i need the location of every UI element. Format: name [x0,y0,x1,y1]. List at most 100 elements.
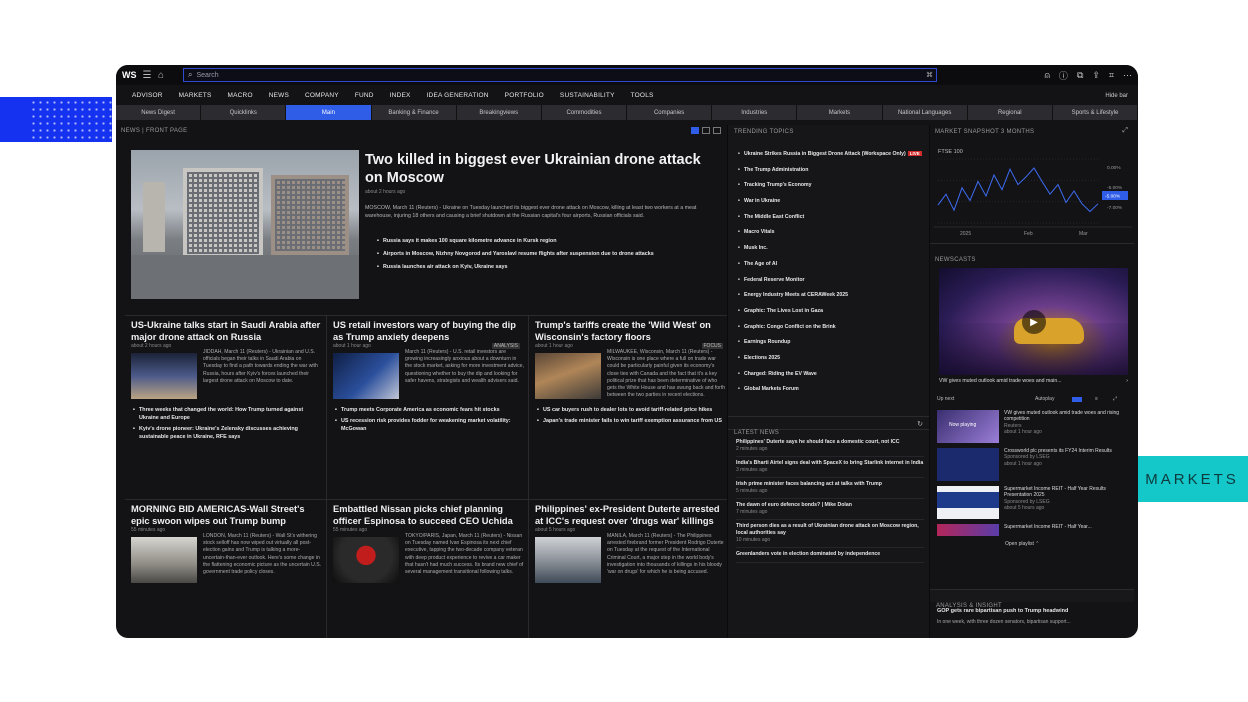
latest-news-item[interactable]: Third person dies as a result of Ukraini… [736,520,924,548]
tab-banking-finance[interactable]: Banking & Finance [371,105,457,120]
trending-item[interactable]: Macro Vitals [738,229,924,236]
video-title[interactable]: VW gives muted outlook amid trade woes a… [1004,410,1126,423]
play-icon[interactable]: ▶ [1022,310,1046,334]
tab-sports-lifestyle[interactable]: Sports & Lifestyle [1052,105,1138,120]
trending-item[interactable]: Energy Industry Meets at CERAWeek 2025 [738,292,924,299]
featured-video[interactable]: ▶ [939,268,1128,375]
hide-bar-button[interactable]: Hide bar [1105,93,1128,99]
tab-main[interactable]: Main [286,105,372,120]
trending-item[interactable]: Global Markets Forum [738,386,924,393]
video-title[interactable]: Supermarket Income REIT - Half Year... [1004,524,1126,530]
related-link[interactable]: Russia says it makes 100 square kilometr… [375,237,715,245]
story-headline[interactable]: Embattled Nissan picks chief planning of… [333,504,524,527]
menu-item-markets[interactable]: MARKETS [179,92,212,99]
playlist-item[interactable]: Now playing VW gives muted outlook amid … [937,410,1127,443]
tab-national-languages[interactable]: National Languages [882,105,968,120]
trending-item[interactable]: Graphic: Congo Conflict on the Brink [738,324,924,331]
refresh-icon[interactable]: ↻ [917,420,923,428]
menu-item-index[interactable]: INDEX [390,92,411,99]
story-card[interactable]: Trump's tariffs create the 'Wild West' o… [529,316,731,499]
new-window-icon[interactable]: ⧉ [1077,70,1083,81]
tab-companies[interactable]: Companies [627,105,713,120]
menu-item-news[interactable]: NEWS [269,92,289,99]
hero-headline[interactable]: Two killed in biggest ever Ukrainian dro… [365,151,705,187]
trending-item[interactable]: War in Ukraine [738,198,924,205]
tab-breakingviews[interactable]: Breakingviews [456,105,542,120]
latest-news-title[interactable]: Irish prime minister faces balancing act… [736,481,924,488]
latest-news-item[interactable]: Greenlanders vote in election dominated … [736,548,924,563]
story-card[interactable]: Embattled Nissan picks chief planning of… [327,500,529,638]
menu-item-sustainability[interactable]: SUSTAINABILITY [560,92,615,99]
expand-icon[interactable]: ⤢ [1122,127,1128,135]
latest-news-title[interactable]: Philippines' Duterte says he should face… [736,439,924,446]
story-headline[interactable]: US-Ukraine talks start in Saudi Arabia a… [131,320,322,343]
trending-item[interactable]: The Age of AI [738,261,924,268]
trending-item[interactable]: Tracking Trump's Economy [738,182,924,189]
related-link[interactable]: US car buyers rush to dealer lots to avo… [535,406,727,414]
related-link[interactable]: Russia launches air attack on Kyiv, Ukra… [375,263,715,271]
analysis-headline[interactable]: GOP gets rare bipartisan push to Trump h… [937,608,1127,614]
grid-view-icon[interactable] [691,127,699,134]
playlist-item[interactable]: Crossworld plc presents its FY24 Interim… [937,448,1127,481]
popout-icon[interactable]: ⤢ [1113,396,1117,402]
tab-quicklinks[interactable]: Quicklinks [201,105,287,120]
hero-story[interactable]: Two killed in biggest ever Ukrainian dro… [125,149,727,306]
latest-news-item[interactable]: Philippines' Duterte says he should face… [736,436,924,457]
story-headline[interactable]: Philippines' ex-President Duterte arrest… [535,504,727,527]
story-card[interactable]: Philippines' ex-President Duterte arrest… [529,500,731,638]
menu-icon[interactable]: ☰ [140,70,154,81]
trending-item[interactable]: Charged: Riding the EV Wave [738,371,924,378]
trending-item[interactable]: Graphic: The Lives Lost in Gaza [738,308,924,315]
video-title[interactable]: Supermarket Income REIT - Half Year Resu… [1004,486,1126,499]
layout-icon[interactable]: ⌗ [1109,70,1114,81]
latest-news-title[interactable]: Greenlanders vote in election dominated … [736,551,924,558]
story-headline[interactable]: MORNING BID AMERICAS-Wall Street's epic … [131,504,322,527]
menu-item-macro[interactable]: MACRO [228,92,253,99]
related-link[interactable]: Kyiv's drone pioneer: Ukraine's Zelensky… [131,425,322,441]
playlist-item[interactable]: Supermarket Income REIT - Half Year... [937,524,1127,536]
compact-view-icon[interactable] [713,127,721,134]
related-link[interactable]: Japan's trade minister fails to win tari… [535,417,727,425]
tab-news-digest[interactable]: News Digest [116,105,202,120]
trending-item[interactable]: Federal Reserve Monitor [738,277,924,284]
story-card[interactable]: US retail investors wary of buying the d… [327,316,529,499]
menu-item-advisor[interactable]: ADVISOR [132,92,163,99]
list-icon[interactable]: ≡ [1095,396,1098,402]
tab-regional[interactable]: Regional [967,105,1053,120]
story-headline[interactable]: Trump's tariffs create the 'Wild West' o… [535,320,727,343]
story-card[interactable]: US-Ukraine talks start in Saudi Arabia a… [125,316,327,499]
related-link[interactable]: US recession risk provides fodder for we… [333,417,524,433]
trending-item[interactable]: Musk Inc. [738,245,924,252]
latest-news-item[interactable]: The dawn of euro defence bonds? | Mike D… [736,499,924,520]
menu-item-idea-generation[interactable]: IDEA GENERATION [427,92,489,99]
more-icon[interactable]: ⋯ [1123,70,1132,81]
story-headline[interactable]: US retail investors wary of buying the d… [333,320,524,343]
menu-item-portfolio[interactable]: PORTFOLIO [505,92,544,99]
trending-item[interactable]: Earnings Roundup [738,339,924,346]
latest-news-title[interactable]: India's Bharti Airtel signs deal with Sp… [736,460,924,467]
menu-item-fund[interactable]: FUND [355,92,374,99]
playlist-item[interactable]: Supermarket Income REIT - Half Year Resu… [937,486,1127,519]
tab-markets[interactable]: Markets [797,105,883,120]
tab-industries[interactable]: Industries [712,105,798,120]
latest-news-item[interactable]: India's Bharti Airtel signs deal with Sp… [736,457,924,478]
open-playlist-button[interactable]: Open playlist ⌃ [1005,541,1040,547]
menu-item-tools[interactable]: TOOLS [631,92,654,99]
help-icon[interactable]: ⓘ [1059,69,1068,82]
list-view-icon[interactable] [702,127,710,134]
trending-item[interactable]: The Middle East Conflict [738,214,924,221]
analysis-item[interactable]: GOP gets rare bipartisan push to Trump h… [937,608,1127,625]
menu-item-company[interactable]: COMPANY [305,92,339,99]
latest-news-item[interactable]: Irish prime minister faces balancing act… [736,478,924,499]
latest-news-title[interactable]: The dawn of euro defence bonds? | Mike D… [736,502,924,509]
featured-video-caption[interactable]: VW gives muted outlook amid trade woes a… [939,378,1128,384]
related-link[interactable]: Three weeks that changed the world: How … [131,406,322,422]
search-input[interactable]: ⌕ Search ⌘ [183,68,937,82]
market-chart[interactable]: FTSE 100 0.00% -5.00% -7.00% -5.00% 2025… [934,143,1132,237]
chevron-right-icon[interactable]: › [1126,378,1128,384]
profile-icon[interactable]: ⍝ [1045,70,1050,81]
story-card[interactable]: MORNING BID AMERICAS-Wall Street's epic … [125,500,327,638]
trending-item[interactable]: Elections 2025 [738,355,924,362]
latest-news-title[interactable]: Third person dies as a result of Ukraini… [736,523,924,537]
tab-commodities[interactable]: Commodities [541,105,628,120]
